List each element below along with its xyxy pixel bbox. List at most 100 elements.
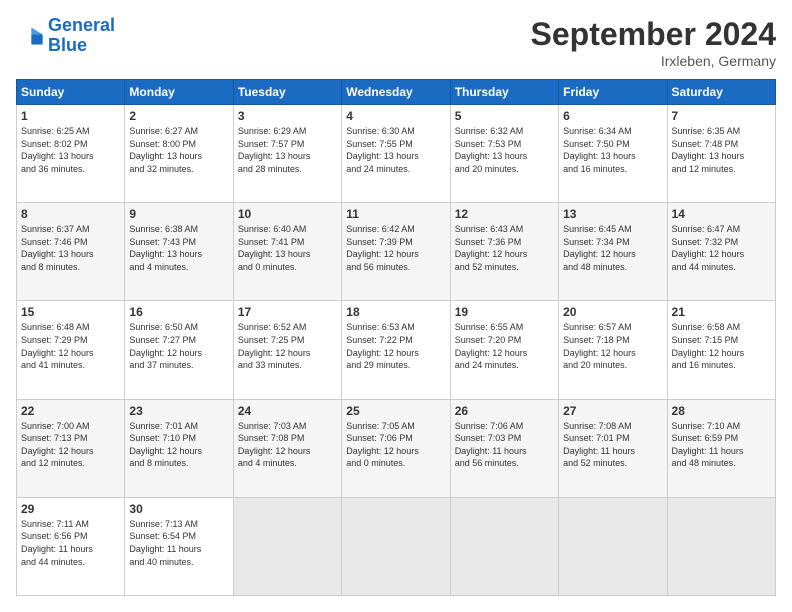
day-info: Sunrise: 7:00 AM Sunset: 7:13 PM Dayligh…: [21, 420, 120, 470]
day-info: Sunrise: 6:40 AM Sunset: 7:41 PM Dayligh…: [238, 223, 337, 273]
calendar-week-row: 15 Sunrise: 6:48 AM Sunset: 7:29 PM Dayli…: [17, 301, 776, 399]
calendar-day-cell: [233, 497, 341, 595]
calendar-day-cell: 30 Sunrise: 7:13 AM Sunset: 6:54 PM Dayli…: [125, 497, 233, 595]
month-title: September 2024: [531, 16, 776, 53]
logo: General Blue: [16, 16, 115, 56]
day-info: Sunrise: 6:35 AM Sunset: 7:48 PM Dayligh…: [672, 125, 771, 175]
calendar-day-cell: 14Sunrise: 6:47 AM Sunset: 7:32 PM Dayli…: [667, 203, 775, 301]
day-number: 30: [129, 502, 228, 516]
day-info: Sunrise: 6:47 AM Sunset: 7:32 PM Dayligh…: [672, 223, 771, 273]
day-info: Sunrise: 6:34 AM Sunset: 7:50 PM Dayligh…: [563, 125, 662, 175]
day-info: Sunrise: 6:48 AM Sunset: 7:29 PM Dayligh…: [21, 321, 120, 371]
page: General Blue September 2024 Irxleben, Ge…: [0, 0, 792, 612]
calendar-day-cell: 4 Sunrise: 6:30 AM Sunset: 7:55 PM Daylig…: [342, 105, 450, 203]
day-number: 7: [672, 109, 771, 123]
day-info: Sunrise: 6:43 AM Sunset: 7:36 PM Dayligh…: [455, 223, 554, 273]
day-info: Sunrise: 6:55 AM Sunset: 7:20 PM Dayligh…: [455, 321, 554, 371]
calendar-header-cell: Wednesday: [342, 80, 450, 105]
day-info: Sunrise: 6:25 AM Sunset: 8:02 PM Dayligh…: [21, 125, 120, 175]
day-info: Sunrise: 6:50 AM Sunset: 7:27 PM Dayligh…: [129, 321, 228, 371]
day-number: 27: [563, 404, 662, 418]
calendar-header-cell: Friday: [559, 80, 667, 105]
calendar-day-cell: 27 Sunrise: 7:08 AM Sunset: 7:01 PM Dayli…: [559, 399, 667, 497]
calendar-day-cell: 24 Sunrise: 7:03 AM Sunset: 7:08 PM Dayli…: [233, 399, 341, 497]
calendar-day-cell: 12 Sunrise: 6:43 AM Sunset: 7:36 PM Dayli…: [450, 203, 558, 301]
calendar-day-cell: 9 Sunrise: 6:38 AM Sunset: 7:43 PM Daylig…: [125, 203, 233, 301]
title-section: September 2024 Irxleben, Germany: [531, 16, 776, 69]
day-info: Sunrise: 6:32 AM Sunset: 7:53 PM Dayligh…: [455, 125, 554, 175]
calendar-week-row: 22 Sunrise: 7:00 AM Sunset: 7:13 PM Dayli…: [17, 399, 776, 497]
day-info: Sunrise: 6:52 AM Sunset: 7:25 PM Dayligh…: [238, 321, 337, 371]
calendar-header-cell: Thursday: [450, 80, 558, 105]
calendar-day-cell: 25Sunrise: 7:05 AM Sunset: 7:06 PM Dayli…: [342, 399, 450, 497]
day-number: 23: [129, 404, 228, 418]
calendar-day-cell: 1 Sunrise: 6:25 AM Sunset: 8:02 PM Daylig…: [17, 105, 125, 203]
day-number: 20: [563, 305, 662, 319]
calendar-day-cell: 10 Sunrise: 6:40 AM Sunset: 7:41 PM Dayli…: [233, 203, 341, 301]
calendar-header-cell: Saturday: [667, 80, 775, 105]
calendar-week-row: 8 Sunrise: 6:37 AM Sunset: 7:46 PM Daylig…: [17, 203, 776, 301]
day-number: 21: [672, 305, 771, 319]
calendar-week-row: 1 Sunrise: 6:25 AM Sunset: 8:02 PM Daylig…: [17, 105, 776, 203]
calendar-header-cell: Tuesday: [233, 80, 341, 105]
calendar-table: SundayMondayTuesdayWednesdayThursdayFrid…: [16, 79, 776, 596]
day-info: Sunrise: 6:27 AM Sunset: 8:00 PM Dayligh…: [129, 125, 228, 175]
calendar-day-cell: 28Sunrise: 7:10 AM Sunset: 6:59 PM Dayli…: [667, 399, 775, 497]
day-info: Sunrise: 6:58 AM Sunset: 7:15 PM Dayligh…: [672, 321, 771, 371]
day-info: Sunrise: 6:29 AM Sunset: 7:57 PM Dayligh…: [238, 125, 337, 175]
calendar-day-cell: 26Sunrise: 7:06 AM Sunset: 7:03 PM Dayli…: [450, 399, 558, 497]
day-number: 8: [21, 207, 120, 221]
calendar-day-cell: 11Sunrise: 6:42 AM Sunset: 7:39 PM Dayli…: [342, 203, 450, 301]
location: Irxleben, Germany: [531, 53, 776, 69]
day-number: 3: [238, 109, 337, 123]
calendar-day-cell: 5 Sunrise: 6:32 AM Sunset: 7:53 PM Daylig…: [450, 105, 558, 203]
day-info: Sunrise: 6:45 AM Sunset: 7:34 PM Dayligh…: [563, 223, 662, 273]
day-number: 15: [21, 305, 120, 319]
day-number: 6: [563, 109, 662, 123]
day-number: 5: [455, 109, 554, 123]
calendar-day-cell: [667, 497, 775, 595]
calendar-day-cell: [450, 497, 558, 595]
calendar-header-cell: Sunday: [17, 80, 125, 105]
calendar-day-cell: 18Sunrise: 6:53 AM Sunset: 7:22 PM Dayli…: [342, 301, 450, 399]
calendar-week-row: 29Sunrise: 7:11 AM Sunset: 6:56 PM Dayli…: [17, 497, 776, 595]
day-info: Sunrise: 7:08 AM Sunset: 7:01 PM Dayligh…: [563, 420, 662, 470]
calendar-day-cell: 15 Sunrise: 6:48 AM Sunset: 7:29 PM Dayli…: [17, 301, 125, 399]
calendar-header-cell: Monday: [125, 80, 233, 105]
calendar-header-row: SundayMondayTuesdayWednesdayThursdayFrid…: [17, 80, 776, 105]
day-info: Sunrise: 6:37 AM Sunset: 7:46 PM Dayligh…: [21, 223, 120, 273]
header: General Blue September 2024 Irxleben, Ge…: [16, 16, 776, 69]
day-info: Sunrise: 6:38 AM Sunset: 7:43 PM Dayligh…: [129, 223, 228, 273]
calendar-day-cell: 19 Sunrise: 6:55 AM Sunset: 7:20 PM Dayli…: [450, 301, 558, 399]
calendar-day-cell: 29Sunrise: 7:11 AM Sunset: 6:56 PM Dayli…: [17, 497, 125, 595]
day-info: Sunrise: 6:57 AM Sunset: 7:18 PM Dayligh…: [563, 321, 662, 371]
day-number: 1: [21, 109, 120, 123]
day-number: 22: [21, 404, 120, 418]
day-number: 2: [129, 109, 228, 123]
calendar-day-cell: 22 Sunrise: 7:00 AM Sunset: 7:13 PM Dayli…: [17, 399, 125, 497]
logo-text: General Blue: [48, 16, 115, 56]
calendar-day-cell: [559, 497, 667, 595]
day-number: 12: [455, 207, 554, 221]
day-number: 19: [455, 305, 554, 319]
calendar-day-cell: 6 Sunrise: 6:34 AM Sunset: 7:50 PM Daylig…: [559, 105, 667, 203]
day-number: 28: [672, 404, 771, 418]
day-number: 16: [129, 305, 228, 319]
day-number: 24: [238, 404, 337, 418]
day-number: 9: [129, 207, 228, 221]
day-number: 4: [346, 109, 445, 123]
calendar-day-cell: 20 Sunrise: 6:57 AM Sunset: 7:18 PM Dayli…: [559, 301, 667, 399]
day-number: 10: [238, 207, 337, 221]
day-number: 17: [238, 305, 337, 319]
day-info: Sunrise: 7:13 AM Sunset: 6:54 PM Dayligh…: [129, 518, 228, 568]
calendar-day-cell: 3 Sunrise: 6:29 AM Sunset: 7:57 PM Daylig…: [233, 105, 341, 203]
calendar-day-cell: 7 Sunrise: 6:35 AM Sunset: 7:48 PM Daylig…: [667, 105, 775, 203]
day-info: Sunrise: 7:03 AM Sunset: 7:08 PM Dayligh…: [238, 420, 337, 470]
day-info: Sunrise: 6:42 AM Sunset: 7:39 PM Dayligh…: [346, 223, 445, 273]
day-info: Sunrise: 7:11 AM Sunset: 6:56 PM Dayligh…: [21, 518, 120, 568]
day-number: 13: [563, 207, 662, 221]
day-number: 25: [346, 404, 445, 418]
calendar-day-cell: 13 Sunrise: 6:45 AM Sunset: 7:34 PM Dayli…: [559, 203, 667, 301]
calendar-day-cell: 23Sunrise: 7:01 AM Sunset: 7:10 PM Dayli…: [125, 399, 233, 497]
day-info: Sunrise: 6:30 AM Sunset: 7:55 PM Dayligh…: [346, 125, 445, 175]
